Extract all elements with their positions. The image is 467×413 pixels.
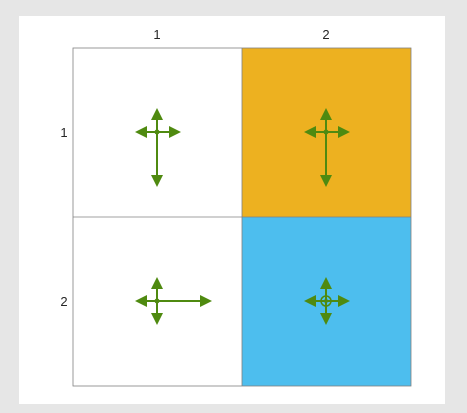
- origin-dot-icon: [154, 298, 160, 304]
- origin-dot-icon: [323, 129, 329, 135]
- col-label-1: 1: [153, 27, 160, 42]
- origin-dot-icon: [154, 129, 160, 135]
- col-label-2: 2: [322, 27, 329, 42]
- origin-dot-icon: [324, 299, 328, 303]
- row-label-1: 1: [60, 125, 67, 140]
- policy-grid-diagram: 1 2 1 2: [60, 27, 412, 387]
- row-label-2: 2: [60, 294, 67, 309]
